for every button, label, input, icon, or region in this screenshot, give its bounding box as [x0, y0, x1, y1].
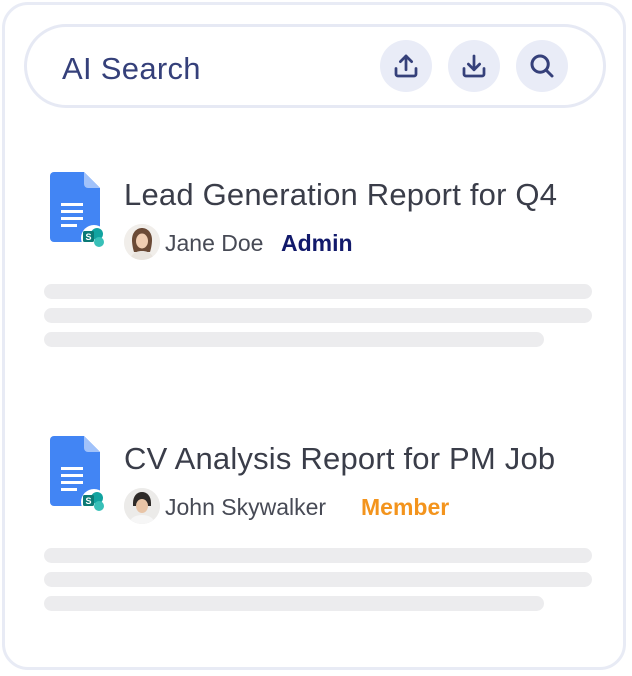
- search-button[interactable]: [516, 40, 568, 92]
- svg-text:S: S: [85, 496, 91, 506]
- role-badge: Admin: [281, 230, 353, 256]
- skeleton-line: [44, 548, 592, 563]
- skeleton-line: [44, 572, 592, 587]
- download-button[interactable]: [448, 40, 500, 92]
- role-badge: Member: [361, 494, 450, 520]
- google-docs-icon: S: [50, 172, 107, 251]
- svg-text:S: S: [85, 232, 91, 242]
- google-docs-icon: S: [50, 436, 107, 515]
- result-title[interactable]: CV Analysis Report for PM Job: [124, 441, 555, 477]
- result-title[interactable]: Lead Generation Report for Q4: [124, 177, 557, 213]
- search-icon: [530, 54, 554, 78]
- skeleton-line: [44, 332, 544, 347]
- upload-icon: [394, 54, 418, 78]
- avatar: [124, 488, 160, 524]
- user-name: John Skywalker: [165, 494, 327, 520]
- avatar: [124, 224, 160, 260]
- download-icon: [462, 54, 486, 78]
- skeleton-line: [44, 308, 592, 323]
- user-name: Jane Doe: [165, 230, 264, 256]
- upload-button[interactable]: [380, 40, 432, 92]
- skeleton-line: [44, 284, 592, 299]
- search-bar[interactable]: AI Search: [24, 24, 606, 108]
- search-label: AI Search: [62, 51, 201, 86]
- skeleton-line: [44, 596, 544, 611]
